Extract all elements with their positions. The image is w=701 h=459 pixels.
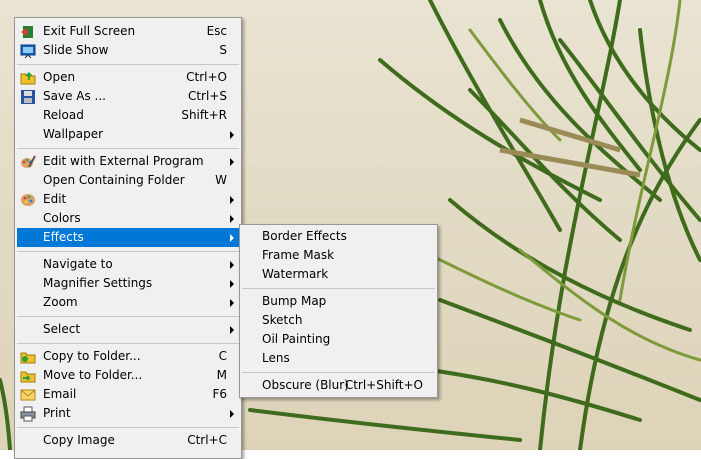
- menu-item-shortcut: W: [215, 173, 227, 187]
- menu-separator: [17, 316, 239, 317]
- menu-separator: [17, 148, 239, 149]
- menu-item-label: Sketch: [262, 313, 303, 327]
- open-folder-icon: [20, 72, 36, 85]
- menu-item-label: Navigate to: [43, 257, 113, 271]
- printer-icon: [20, 406, 36, 422]
- submenu-item-bump-map[interactable]: Bump Map: [242, 292, 435, 311]
- menu-item-label: Save As ...: [43, 89, 106, 103]
- menu-separator: [17, 343, 239, 344]
- submenu-arrow-icon: [230, 326, 234, 334]
- menu-item-open[interactable]: Open Ctrl+O: [17, 68, 239, 87]
- palette-icon: [21, 194, 35, 206]
- menu-item-zoom[interactable]: Zoom: [17, 293, 239, 312]
- submenu-item-border-effects[interactable]: Border Effects: [242, 227, 435, 246]
- menu-item-label: Edit: [43, 192, 67, 206]
- menu-item-shortcut: Ctrl+O: [186, 70, 227, 84]
- menu-item-open-containing-folder[interactable]: Open Containing Folder W: [17, 171, 239, 190]
- menu-item-shortcut: Ctrl+C: [187, 433, 227, 447]
- menu-item-slide-show[interactable]: Slide Show S: [17, 41, 239, 60]
- menu-item-label: Bump Map: [262, 294, 327, 308]
- menu-item-reload[interactable]: Reload Shift+R: [17, 106, 239, 125]
- menu-separator: [17, 251, 239, 252]
- palette-brush-icon: [21, 155, 36, 168]
- submenu-item-lens[interactable]: Lens: [242, 349, 435, 368]
- menu-item-exit-full-screen[interactable]: Exit Full Screen Esc: [17, 22, 239, 41]
- menu-item-label: Select: [43, 322, 81, 336]
- submenu-arrow-icon: [230, 215, 234, 223]
- menu-item-label: Effects: [43, 230, 84, 244]
- menu-item-label: Exit Full Screen: [43, 24, 136, 38]
- menu-separator: [242, 372, 435, 373]
- submenu-item-obscure-blur[interactable]: Obscure (Blur) Ctrl+Shift+O: [242, 376, 435, 395]
- floppy-disk-icon: [21, 90, 35, 104]
- menu-item-label: Border Effects: [262, 229, 347, 243]
- submenu-item-sketch[interactable]: Sketch: [242, 311, 435, 330]
- menu-item-label: Watermark: [262, 267, 329, 281]
- menu-separator: [17, 427, 239, 428]
- submenu-item-watermark[interactable]: Watermark: [242, 265, 435, 284]
- menu-item-label: Reload: [43, 108, 84, 122]
- move-to-folder-icon: [20, 371, 36, 383]
- menu-item-shortcut: C: [218, 349, 227, 363]
- submenu-item-frame-mask[interactable]: Frame Mask: [242, 246, 435, 265]
- menu-item-colors[interactable]: Colors: [17, 209, 239, 228]
- menu-item-navigate-to[interactable]: Navigate to: [17, 255, 239, 274]
- menu-item-select[interactable]: Select: [17, 320, 239, 339]
- menu-item-move-to-folder[interactable]: Move to Folder... M: [17, 366, 239, 385]
- context-menu: Exit Full Screen Esc Slide Show S Open C…: [14, 17, 242, 459]
- submenu-arrow-icon: [230, 131, 234, 139]
- menu-item-shortcut: Esc: [206, 24, 227, 38]
- menu-separator: [17, 64, 239, 65]
- menu-item-effects[interactable]: Effects: [17, 228, 239, 247]
- menu-item-label: Lens: [262, 351, 290, 365]
- submenu-arrow-icon: [230, 158, 234, 166]
- menu-separator: [242, 288, 435, 289]
- menu-item-edit[interactable]: Edit: [17, 190, 239, 209]
- menu-item-shortcut: Shift+R: [181, 108, 227, 122]
- menu-item-label: Print: [43, 406, 71, 420]
- menu-item-shortcut: Ctrl+S: [187, 89, 227, 103]
- menu-item-email[interactable]: Email F6: [17, 385, 239, 404]
- menu-item-label: Obscure (Blur): [262, 378, 349, 392]
- menu-item-shortcut: Ctrl+Shift+O: [344, 378, 423, 392]
- slideshow-icon: [20, 44, 36, 59]
- menu-item-print[interactable]: Print: [17, 404, 239, 423]
- menu-item-copy-image[interactable]: Copy Image Ctrl+C: [17, 431, 239, 450]
- menu-item-save-as[interactable]: Save As ... Ctrl+S: [17, 87, 239, 106]
- menu-item-label: Open: [43, 70, 76, 84]
- email-icon: [20, 389, 36, 401]
- menu-item-label: Email: [43, 387, 77, 401]
- menu-item-label: Zoom: [43, 295, 78, 309]
- menu-item-label: Colors: [43, 211, 81, 225]
- menu-item-label: Copy to Folder...: [43, 349, 141, 363]
- submenu-item-oil-painting[interactable]: Oil Painting: [242, 330, 435, 349]
- menu-item-shortcut: F6: [212, 387, 227, 401]
- menu-item-shortcut: M: [216, 368, 227, 382]
- menu-item-label: Move to Folder...: [43, 368, 143, 382]
- menu-item-label: Open Containing Folder: [43, 173, 185, 187]
- menu-item-copy-to-folder[interactable]: Copy to Folder... C: [17, 347, 239, 366]
- submenu-arrow-icon: [230, 234, 234, 242]
- menu-item-label: Edit with External Program: [43, 154, 204, 168]
- menu-item-shortcut: S: [219, 43, 227, 57]
- submenu-arrow-icon: [230, 196, 234, 204]
- submenu-arrow-icon: [230, 410, 234, 418]
- copy-to-folder-icon: [20, 352, 36, 364]
- submenu-arrow-icon: [230, 299, 234, 307]
- menu-item-label: Magnifier Settings: [43, 276, 153, 290]
- menu-item-label: Copy Image: [43, 433, 115, 447]
- menu-item-label: Frame Mask: [262, 248, 335, 262]
- menu-item-label: Wallpaper: [43, 127, 104, 141]
- menu-item-label: Oil Painting: [262, 332, 331, 346]
- submenu-arrow-icon: [230, 280, 234, 288]
- menu-item-wallpaper[interactable]: Wallpaper: [17, 125, 239, 144]
- submenu-arrow-icon: [230, 261, 234, 269]
- menu-item-edit-with-external-program[interactable]: Edit with External Program: [17, 152, 239, 171]
- effects-submenu: Border Effects Frame Mask Watermark Bump…: [239, 224, 438, 398]
- exit-fullscreen-icon: [21, 26, 33, 38]
- menu-item-label: Slide Show: [43, 43, 109, 57]
- menu-item-magnifier-settings[interactable]: Magnifier Settings: [17, 274, 239, 293]
